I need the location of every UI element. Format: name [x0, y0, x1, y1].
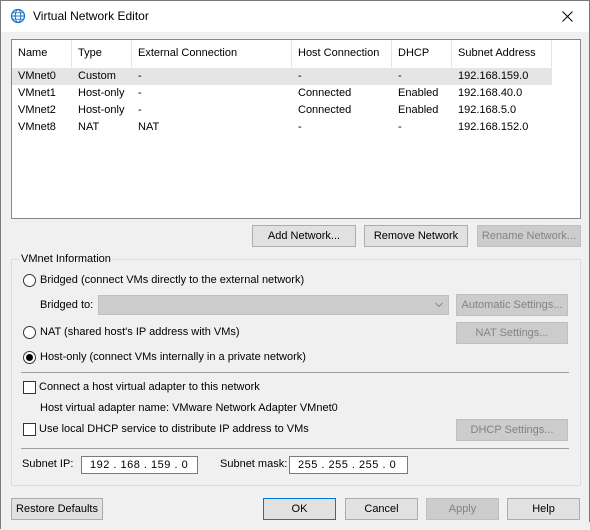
- nat-radio[interactable]: [23, 326, 36, 339]
- column-header-external-connection[interactable]: External Connection: [132, 40, 292, 67]
- cell-external-connection: -: [138, 87, 142, 99]
- apply-button[interactable]: Apply: [426, 498, 499, 520]
- subnet-ip-label: Subnet IP:: [22, 458, 74, 470]
- table-row[interactable]: VMnet1 Host-only - Connected Enabled 192…: [12, 85, 552, 102]
- cell-host-connection: -: [298, 121, 302, 133]
- nat-label[interactable]: NAT (shared host's IP address with VMs): [40, 326, 240, 338]
- separator: [21, 448, 569, 449]
- cell-name: VMnet8: [18, 121, 56, 133]
- globe-network-icon: [10, 8, 26, 24]
- table-row[interactable]: VMnet0 Custom - - - 192.168.159.0: [12, 68, 552, 85]
- column-header-type[interactable]: Type: [72, 40, 132, 67]
- cell-subnet-address: 192.168.159.0: [458, 70, 529, 82]
- column-header-name[interactable]: Name: [12, 40, 72, 67]
- ok-button[interactable]: OK: [263, 498, 336, 520]
- bridged-radio[interactable]: [23, 274, 36, 287]
- cell-dhcp: Enabled: [398, 87, 439, 99]
- dhcp-checkbox[interactable]: [23, 423, 36, 436]
- nat-settings-button[interactable]: NAT Settings...: [456, 322, 568, 344]
- separator: [21, 372, 569, 373]
- cancel-button[interactable]: Cancel: [345, 498, 418, 520]
- table-row[interactable]: VMnet2 Host-only - Connected Enabled 192…: [12, 102, 552, 119]
- vmnet-information-label: VMnet Information: [19, 253, 113, 265]
- cell-name: VMnet0: [18, 70, 56, 82]
- automatic-settings-button[interactable]: Automatic Settings...: [456, 294, 568, 316]
- cell-external-connection: NAT: [138, 121, 160, 133]
- restore-defaults-button[interactable]: Restore Defaults: [11, 498, 103, 520]
- connect-adapter-label[interactable]: Connect a host virtual adapter to this n…: [39, 381, 260, 393]
- cell-subnet-address: 192.168.152.0: [458, 121, 529, 133]
- cell-name: VMnet1: [18, 87, 56, 99]
- subnet-mask-input[interactable]: 255 . 255 . 255 . 0: [289, 456, 408, 474]
- host-only-radio[interactable]: [23, 351, 36, 364]
- adapter-name-text: Host virtual adapter name: VMware Networ…: [40, 402, 338, 414]
- cell-external-connection: -: [138, 70, 142, 82]
- cell-dhcp: -: [398, 121, 402, 133]
- connect-adapter-checkbox[interactable]: [23, 381, 36, 394]
- cell-host-connection: Connected: [298, 104, 352, 116]
- cell-type: Host-only: [78, 104, 125, 116]
- chevron-down-icon: [435, 302, 443, 308]
- bridged-to-label: Bridged to:: [40, 299, 94, 311]
- host-only-label[interactable]: Host-only (connect VMs internally in a p…: [40, 351, 306, 363]
- column-header-host-connection[interactable]: Host Connection: [292, 40, 392, 67]
- cell-name: VMnet2: [18, 104, 56, 116]
- cell-external-connection: -: [138, 104, 142, 116]
- bridged-label[interactable]: Bridged (connect VMs directly to the ext…: [40, 274, 304, 286]
- subnet-ip-input[interactable]: 192 . 168 . 159 . 0: [81, 456, 198, 474]
- remove-network-button[interactable]: Remove Network: [364, 225, 468, 247]
- close-button[interactable]: [545, 1, 589, 32]
- cell-host-connection: Connected: [298, 87, 352, 99]
- cell-dhcp: Enabled: [398, 104, 439, 116]
- column-header-dhcp[interactable]: DHCP: [392, 40, 452, 67]
- virtual-network-editor-window: Virtual Network Editor Name Type Externa…: [0, 0, 590, 530]
- cell-dhcp: -: [398, 70, 402, 82]
- dhcp-settings-button[interactable]: DHCP Settings...: [456, 419, 568, 441]
- cell-subnet-address: 192.168.5.0: [458, 104, 517, 116]
- column-header-subnet-address[interactable]: Subnet Address: [452, 40, 552, 67]
- dhcp-label[interactable]: Use local DHCP service to distribute IP …: [39, 423, 309, 435]
- network-table[interactable]: Name Type External Connection Host Conne…: [11, 39, 581, 219]
- cell-host-connection: -: [298, 70, 302, 82]
- bridged-to-dropdown[interactable]: [98, 295, 449, 315]
- cell-type: Custom: [78, 70, 116, 82]
- title-bar[interactable]: Virtual Network Editor: [1, 1, 589, 32]
- help-button[interactable]: Help: [507, 498, 580, 520]
- subnet-mask-label: Subnet mask:: [220, 458, 288, 470]
- cell-type: Host-only: [78, 87, 125, 99]
- rename-network-button[interactable]: Rename Network...: [477, 225, 581, 247]
- add-network-button[interactable]: Add Network...: [252, 225, 356, 247]
- table-row[interactable]: VMnet8 NAT NAT - - 192.168.152.0: [12, 119, 552, 136]
- cell-subnet-address: 192.168.40.0: [458, 87, 523, 99]
- cell-type: NAT: [78, 121, 100, 133]
- close-icon: [561, 11, 573, 22]
- window-title: Virtual Network Editor: [33, 9, 149, 23]
